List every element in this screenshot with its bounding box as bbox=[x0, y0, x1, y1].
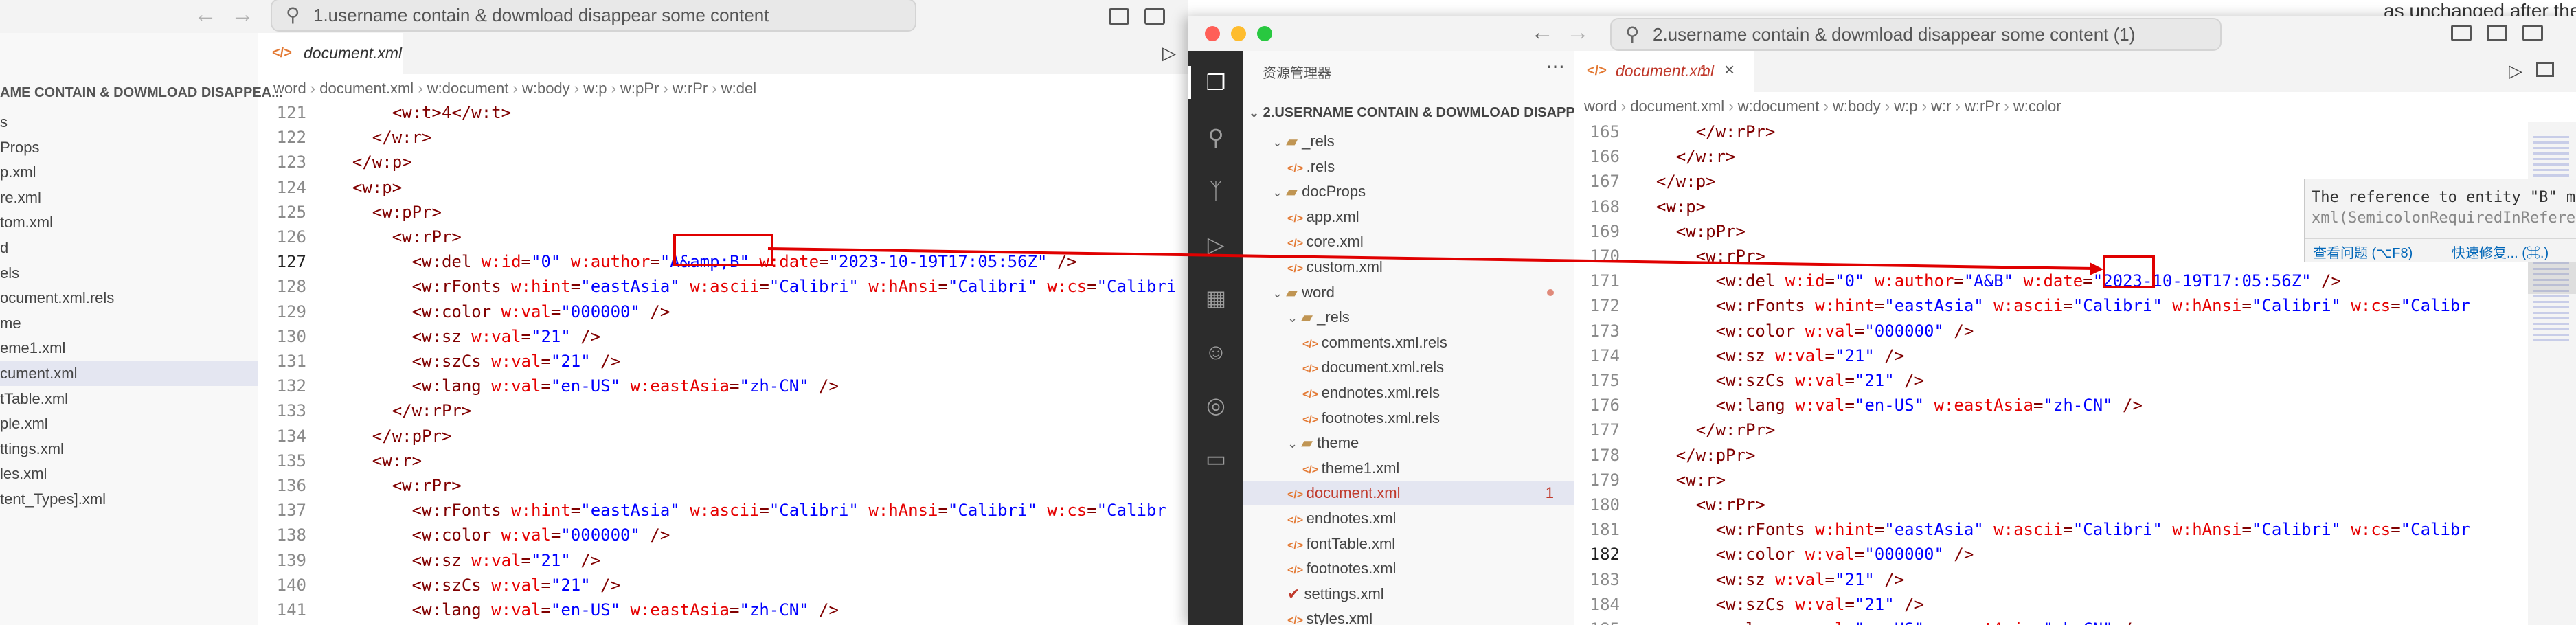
arrow-line bbox=[767, 247, 2096, 270]
arrow-head bbox=[2090, 262, 2103, 275]
annotation-arrow bbox=[767, 247, 2103, 275]
